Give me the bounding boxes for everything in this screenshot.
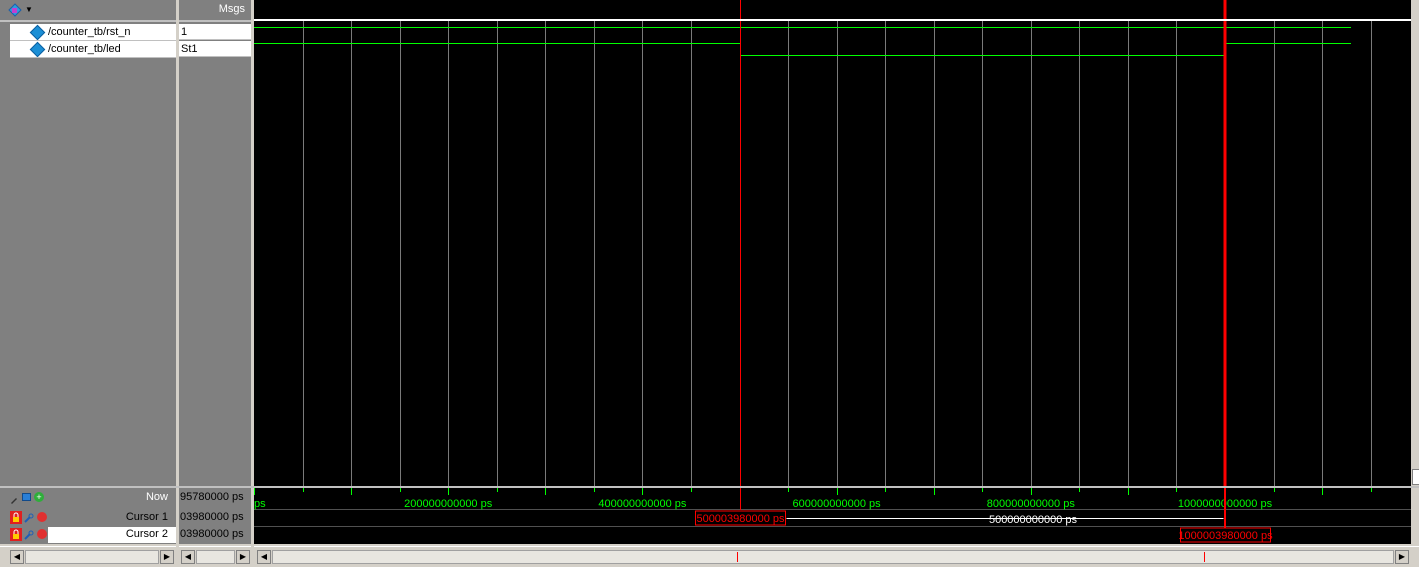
scroll-thumb[interactable] <box>196 550 235 564</box>
now-value: 95780000 ps <box>179 489 251 506</box>
cursor1-scroll-marker <box>737 552 738 562</box>
scroll-left-icon[interactable]: ◀ <box>10 550 24 564</box>
scroll-thumb[interactable] <box>272 550 1394 564</box>
cursor2-scroll-marker <box>1204 552 1205 562</box>
signal-diamond-icon <box>29 24 46 40</box>
signal-value-rst-n: 1 <box>179 24 251 40</box>
scroll-marker-icon <box>1412 469 1419 485</box>
now-row: + Now <box>0 489 176 506</box>
signal-names-pane <box>0 22 176 486</box>
cursor1-time-label: 500003980000 ps <box>696 513 785 525</box>
cursor1-value: 03980000 ps <box>179 509 251 526</box>
cursor2-row[interactable]: Cursor 2 <box>0 526 176 543</box>
vertical-scrollbar[interactable] <box>1411 0 1419 487</box>
now-value-text: 95780000 ps <box>180 491 244 503</box>
remove-cursor-icon[interactable] <box>37 512 47 522</box>
wave-header-separator <box>254 19 1411 21</box>
cursor-delta-label: 500000000000 ps <box>989 514 1078 526</box>
timeline-tick-label: 600000000000 ps <box>793 498 882 510</box>
remove-cursor-icon[interactable] <box>37 529 47 539</box>
msgs-header: Msgs <box>179 0 251 22</box>
signal-row-led[interactable]: /counter_tb/led <box>10 41 176 58</box>
signal-name: /counter_tb/rst_n <box>48 26 131 38</box>
horizontal-scrollbar-wave[interactable]: ◀ ▶ <box>254 546 1419 567</box>
edit-cursor-icon[interactable] <box>10 493 18 504</box>
timeline-tick-label: 400000000000 ps <box>598 498 687 510</box>
wrench-icon[interactable] <box>24 512 34 523</box>
scroll-left-icon[interactable]: ◀ <box>257 550 271 564</box>
wave-toolbar-icon[interactable] <box>8 3 22 17</box>
signal-row-rst-n[interactable]: /counter_tb/rst_n <box>10 24 176 41</box>
wave-window[interactable] <box>254 0 1411 487</box>
horizontal-scrollbar-names[interactable]: ◀ ▶ <box>0 546 176 567</box>
scroll-right-icon[interactable]: ▶ <box>1395 550 1409 564</box>
scroll-right-icon[interactable]: ▶ <box>236 550 250 564</box>
cursor1-label: Cursor 1 <box>125 511 168 523</box>
lock-icon[interactable] <box>10 528 22 541</box>
signal-name: /counter_tb/led <box>48 43 121 55</box>
scroll-right-icon[interactable]: ▶ <box>160 550 174 564</box>
cursor1-row[interactable]: Cursor 1 <box>0 509 176 526</box>
signal-values-pane <box>179 22 251 486</box>
timeline-tick-label: 200000000000 ps <box>404 498 493 510</box>
cursor2-value-text: 03980000 ps <box>180 528 244 540</box>
msgs-label: Msgs <box>218 3 245 15</box>
timeline-tick-label: 800000000000 ps <box>987 498 1076 510</box>
scroll-left-icon[interactable]: ◀ <box>181 550 195 564</box>
add-cursor-icon[interactable]: + <box>34 492 44 502</box>
cursor1-value-text: 03980000 ps <box>180 511 244 523</box>
horizontal-scrollbar-values[interactable]: ◀ ▶ <box>179 546 251 567</box>
scroll-thumb[interactable] <box>25 550 159 564</box>
now-label: Now <box>145 491 168 503</box>
cursor2-value: 03980000 ps <box>179 526 251 543</box>
signal-diamond-icon <box>29 41 46 57</box>
timeline-tick-label: ps <box>254 498 266 510</box>
cursor2-time-label: 1000003980000 ps <box>1178 530 1273 542</box>
wrench-icon[interactable] <box>24 529 34 540</box>
signal-value-led: St1 <box>179 41 251 57</box>
lock-icon[interactable] <box>10 511 22 524</box>
cursor-list-icon[interactable] <box>22 493 31 501</box>
timeline-cursor-area[interactable]: ps 200000000000 ps 400000000000 ps 60000000… <box>254 488 1411 544</box>
cursor2-label: Cursor 2 <box>125 528 168 540</box>
chevron-down-icon[interactable]: ▼ <box>25 5 33 14</box>
